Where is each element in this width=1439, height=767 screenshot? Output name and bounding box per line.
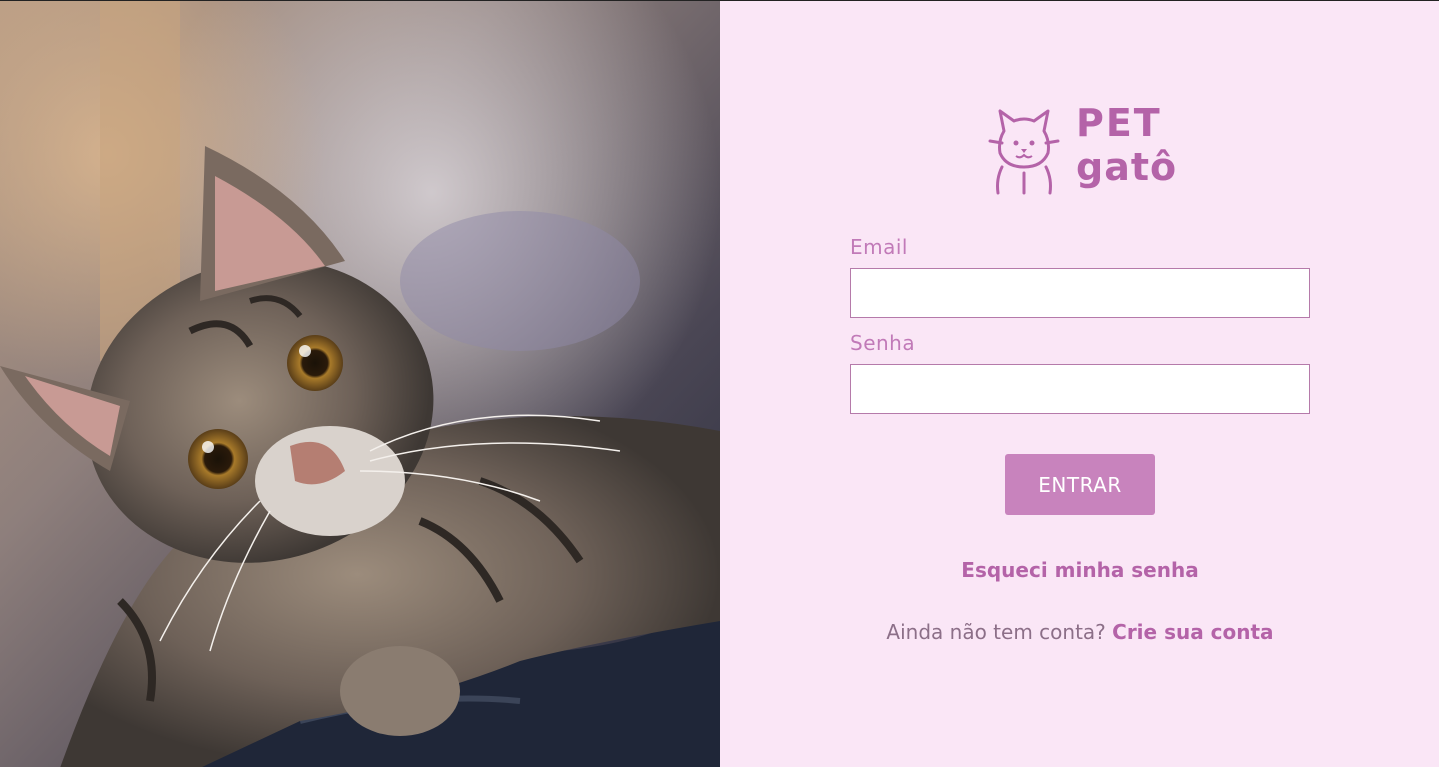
forgot-password-link[interactable]: Esqueci minha senha: [720, 558, 1439, 582]
email-label: Email: [850, 235, 908, 259]
login-button[interactable]: ENTRAR: [1005, 454, 1155, 515]
signup-link[interactable]: Crie sua conta: [1112, 620, 1273, 644]
logo-line-gato: gatô: [1076, 145, 1178, 189]
logo-text: PET gatô: [1076, 101, 1186, 196]
signup-row: Ainda não tem conta? Crie sua conta: [720, 620, 1439, 644]
logo-line-pet: PET: [1076, 101, 1162, 145]
password-label: Senha: [850, 331, 916, 355]
signup-prompt: Ainda não tem conta?: [886, 620, 1113, 644]
login-page: PET gatô Email Senha ENTRAR Esqueci minh…: [0, 0, 1439, 767]
cat-photo: [0, 1, 720, 767]
login-form-panel: PET gatô Email Senha ENTRAR Esqueci minh…: [720, 1, 1439, 767]
email-field[interactable]: [850, 268, 1310, 318]
password-field[interactable]: [850, 364, 1310, 414]
